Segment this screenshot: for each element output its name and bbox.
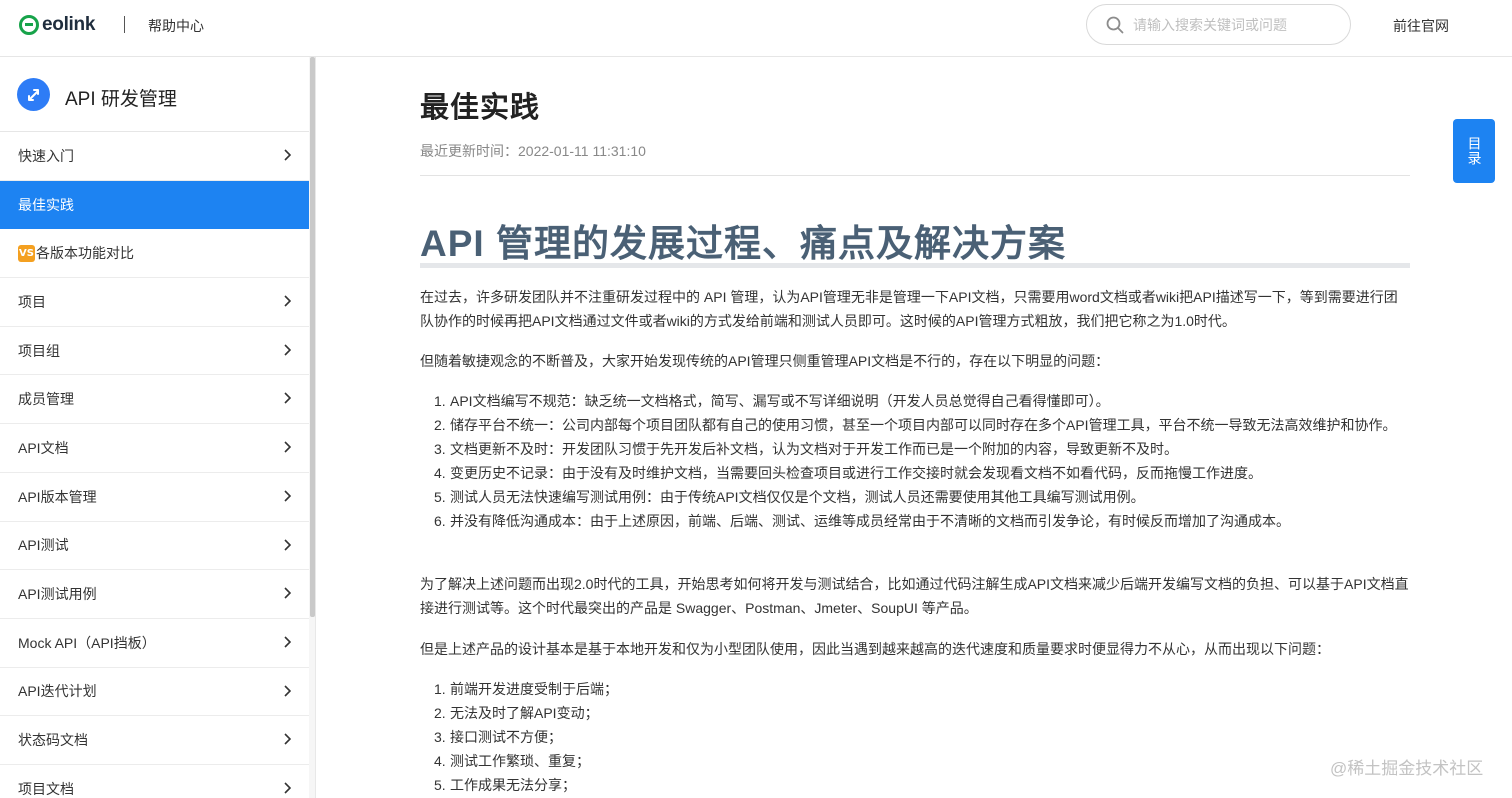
sidebar-item-project[interactable]: 项目 — [0, 278, 309, 327]
last-updated: 最近更新时间：2022-01-11 11:31:10 — [420, 141, 646, 161]
list-item: 5. 测试人员无法快速编写测试用例：由于传统API文档仅仅是个文档，测试人员还需要… — [434, 489, 1145, 505]
sidebar-item-label: 最佳实践 — [18, 196, 74, 213]
sidebar: API 研发管理 快速入门 最佳实践 VS 各版本功能对比 项目 项目组 成员管… — [0, 57, 316, 798]
search-box[interactable] — [1086, 4, 1351, 45]
list-item: 3. 接口测试不方便； — [434, 729, 562, 745]
sidebar-item-best-practice[interactable]: 最佳实践 — [0, 180, 309, 230]
sidebar-item-quick-start[interactable]: 快速入门 — [0, 132, 309, 181]
sidebar-item-project-docs[interactable]: 项目文档 — [0, 765, 309, 798]
sidebar-item-member-management[interactable]: 成员管理 — [0, 375, 309, 425]
search-input[interactable] — [1133, 14, 1338, 36]
sidebar-item-api-version[interactable]: API版本管理 — [0, 473, 309, 522]
chevron-right-icon — [284, 295, 291, 307]
article-heading: API 管理的发展过程、痛点及解决方案 — [420, 213, 1410, 268]
help-center-link[interactable]: 帮助中心 — [148, 16, 204, 36]
chevron-right-icon — [284, 344, 291, 356]
sidebar-item-status-code-docs[interactable]: 状态码文档 — [0, 716, 309, 765]
paragraph: 在过去，许多研发团队并不注重研发过程中的 API 管理，认为API管理无非是管理… — [420, 289, 1398, 329]
sidebar-nav: 快速入门 最佳实践 VS 各版本功能对比 项目 项目组 成员管理 API文档 A… — [0, 132, 309, 798]
watermark: @稀土掘金技术社区 — [1330, 759, 1484, 778]
sidebar-item-api-test[interactable]: API测试 — [0, 522, 309, 571]
chevron-right-icon — [284, 782, 291, 794]
paragraph: 但是上述产品的设计基本是基于本地开发和仅为小型团队使用，因此当遇到越来越高的迭代… — [420, 641, 1330, 657]
product-icon — [17, 78, 50, 111]
sidebar-item-project-group[interactable]: 项目组 — [0, 327, 309, 376]
chevron-right-icon — [284, 392, 291, 405]
list-item: 6. 并没有降低沟通成本：由于上述原因，前端、后端、测试、运维等成员经常由于不清晰… — [434, 513, 1290, 529]
list-item: 1. 前端开发进度受制于后端； — [434, 681, 618, 697]
problem-list-2: 1. 前端开发进度受制于后端； 2. 无法及时了解API变动； 3. 接口测试不方便；… — [420, 677, 1410, 797]
sidebar-item-version-compare[interactable]: VS 各版本功能对比 — [0, 229, 309, 279]
sidebar-item-mock-api[interactable]: Mock API（API挡板） — [0, 619, 309, 668]
search-icon[interactable] — [1106, 16, 1124, 34]
chevron-right-icon — [284, 636, 291, 648]
sidebar-item-api-test-cases[interactable]: API测试用例 — [0, 570, 309, 619]
vs-badge-icon: VS — [18, 244, 35, 262]
sidebar-item-api-iteration[interactable]: API迭代计划 — [0, 668, 309, 717]
eolink-logo[interactable]: eolink — [19, 14, 95, 36]
list-item: 3. 文档更新不及时：开发团队习惯于先开发后补文档，认为文档对于开发工作而已是一个… — [434, 441, 1178, 457]
eolink-logo-icon — [19, 15, 39, 35]
sidebar-item-label: 项目组 — [18, 342, 60, 359]
sidebar-item-label: API测试用例 — [18, 586, 97, 603]
sidebar-item-label: API文档 — [18, 439, 69, 456]
product-title: API 研发管理 — [65, 89, 177, 110]
chevron-right-icon — [284, 733, 291, 745]
sidebar-scrollbar-thumb[interactable] — [310, 57, 315, 617]
logo-text: eolink — [42, 14, 96, 35]
chevron-right-icon — [284, 538, 291, 551]
list-item: 5. 工作成果无法分享； — [434, 777, 576, 793]
last-updated-time: 2022-01-11 11:31:10 — [518, 143, 646, 159]
sidebar-item-label: 成员管理 — [18, 391, 74, 408]
top-navbar: eolink 帮助中心 前往官网 — [0, 0, 1512, 57]
chevron-right-icon — [284, 490, 291, 502]
sidebar-header: API 研发管理 — [0, 57, 309, 132]
sidebar-item-label: 状态码文档 — [18, 732, 88, 749]
title-divider — [420, 175, 1410, 176]
list-item: 2. 无法及时了解API变动； — [434, 705, 599, 721]
sidebar-item-api-docs[interactable]: API文档 — [0, 424, 309, 473]
list-item: 2. 储存平台不统一：公司内部每个项目团队都有自己的使用习惯，甚至一个项目内部可以… — [434, 417, 1397, 433]
sidebar-item-label: API迭代计划 — [18, 683, 97, 700]
paragraph: 为了解决上述问题而出现2.0时代的工具，开始思考如何将开发与测试结合，比如通过代… — [420, 576, 1409, 616]
chevron-right-icon — [284, 149, 291, 161]
official-site-link[interactable]: 前往官网 — [1393, 16, 1449, 36]
list-item: 4. 变更历史不记录：由于没有及时维护文档，当需要回头检查项目或进行工作交接时就会… — [434, 465, 1262, 481]
page-title: 最佳实践 — [420, 92, 541, 124]
sidebar-item-label: API版本管理 — [18, 488, 97, 505]
last-updated-label: 最近更新时间： — [420, 143, 518, 159]
sidebar-item-label: 各版本功能对比 — [36, 245, 134, 262]
toc-button[interactable]: 目录 — [1453, 119, 1495, 183]
api-link-icon — [27, 88, 39, 101]
sidebar-item-label: 项目 — [18, 293, 46, 310]
list-item: 4. 测试工作繁琐、重复； — [434, 753, 590, 769]
sidebar-item-label: 项目文档 — [18, 780, 74, 797]
problem-list: 1. API文档编写不规范：缺乏统一文档格式，简写、漏写或不写详细说明（开发人员总… — [420, 389, 1410, 533]
sidebar-item-label: API测试 — [18, 537, 69, 554]
chevron-right-icon — [284, 684, 291, 697]
paragraph: 但随着敏捷观念的不断普及，大家开始发现传统的API管理只侧重管理API文档是不行… — [420, 353, 1110, 369]
chevron-right-icon — [284, 441, 291, 453]
sidebar-item-label: 快速入门 — [18, 147, 74, 164]
list-item: 1. API文档编写不规范：缺乏统一文档格式，简写、漏写或不写详细说明（开发人员总… — [434, 393, 1110, 409]
sidebar-item-label: Mock API（API挡板） — [18, 634, 156, 651]
header-divider — [124, 16, 125, 33]
chevron-right-icon — [284, 587, 291, 599]
